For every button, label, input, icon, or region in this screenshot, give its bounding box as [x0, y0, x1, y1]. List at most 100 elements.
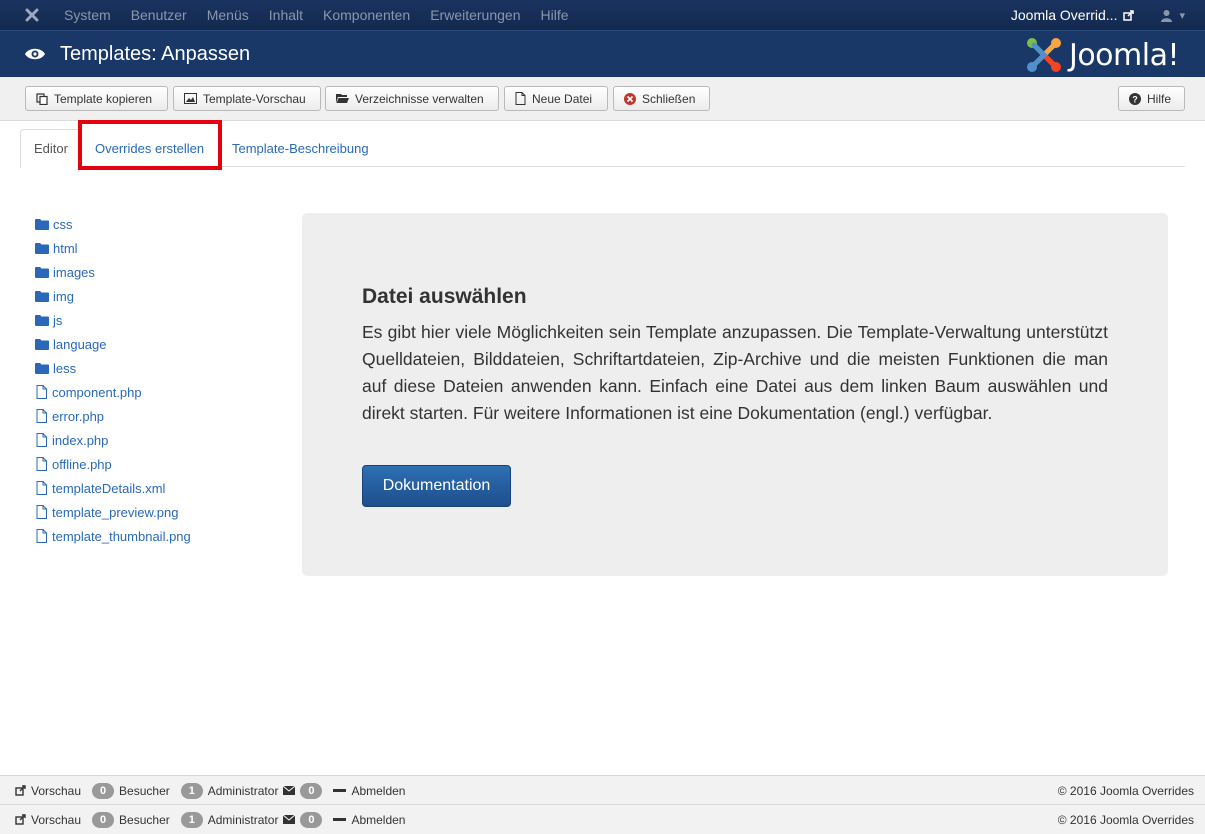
joomla-logo-icon [1026, 38, 1061, 72]
select-file-panel: Datei auswählen Es gibt hier viele Mögli… [302, 213, 1168, 576]
tree-item-label: template_preview.png [52, 504, 179, 520]
tree-folder[interactable]: images [35, 260, 191, 284]
folder-icon [35, 362, 49, 374]
minus-icon [333, 818, 347, 821]
menu-users[interactable]: Benutzer [131, 7, 187, 23]
site-link[interactable]: Joomla Overrid... [1011, 7, 1135, 23]
visitors-label: Besucher [119, 812, 170, 827]
admins-badge: 1 [180, 782, 203, 799]
template-preview-button[interactable]: Template-Vorschau [173, 86, 321, 111]
preview-link[interactable]: Vorschau [31, 784, 81, 798]
folder-open-icon [336, 94, 349, 103]
tree-file[interactable]: templateDetails.xml [35, 476, 191, 500]
image-icon [184, 93, 197, 104]
documentation-button[interactable]: Dokumentation [362, 465, 511, 507]
panel-heading: Datei auswählen [362, 285, 527, 308]
menu-components[interactable]: Komponenten [323, 7, 410, 23]
toolbar: Template kopieren Template-Vorschau Verz… [0, 77, 1205, 121]
file-tree: css html images img js language less component.… [35, 212, 191, 548]
tree-folder[interactable]: html [35, 236, 191, 260]
menu-system[interactable]: System [64, 7, 111, 23]
tree-folder[interactable]: less [35, 356, 191, 380]
user-menu[interactable]: ▾ [1160, 9, 1185, 22]
tree-item-label: template_thumbnail.png [52, 528, 191, 544]
tree-file[interactable]: template_preview.png [35, 500, 191, 524]
user-icon [1161, 9, 1173, 22]
tree-item-label: images [53, 264, 95, 280]
new-file-button[interactable]: Neue Datei [504, 86, 608, 111]
eye-icon [24, 47, 50, 61]
help-label: Hilfe [1147, 91, 1172, 106]
menu-menus[interactable]: Menüs [207, 7, 249, 23]
folder-icon [35, 338, 49, 350]
new-file-label: Neue Datei [532, 91, 593, 106]
copy-template-button[interactable]: Template kopieren [25, 86, 168, 111]
tree-folder[interactable]: language [35, 332, 191, 356]
manage-folders-button[interactable]: Verzeichnisse verwalten [325, 86, 499, 111]
file-icon [35, 505, 48, 519]
tree-item-label: less [53, 360, 77, 376]
help-button[interactable]: ? Hilfe [1118, 86, 1185, 111]
preview-link[interactable]: Vorschau [31, 813, 81, 827]
external-link-icon [15, 785, 26, 796]
tree-item-label: templateDetails.xml [52, 480, 166, 496]
joomla-menu-icon[interactable] [0, 0, 64, 30]
visitors-label: Besucher [119, 783, 170, 798]
tab-template-description[interactable]: Template-Beschreibung [219, 129, 382, 167]
tree-file[interactable]: template_thumbnail.png [35, 524, 191, 548]
file-icon [35, 409, 48, 423]
copy-template-label: Template kopieren [54, 91, 153, 106]
file-icon [515, 92, 526, 105]
logout-link[interactable]: Abmelden [351, 784, 405, 798]
menu-content[interactable]: Inhalt [269, 7, 303, 23]
admins-label: Administrator [207, 812, 279, 827]
manage-folders-label: Verzeichnisse verwalten [355, 91, 484, 106]
tree-file[interactable]: index.php [35, 428, 191, 452]
main-menu: System Benutzer Menüs Inhalt Komponenten… [64, 7, 589, 23]
tree-folder[interactable]: css [35, 212, 191, 236]
minus-icon [333, 789, 347, 792]
folder-icon [35, 290, 49, 302]
copyright: © 2016 Joomla Overrides [1057, 783, 1194, 798]
tree-item-label: error.php [52, 408, 105, 424]
tab-editor[interactable]: Editor [20, 129, 82, 168]
folder-icon [35, 266, 49, 278]
tree-folder[interactable]: js [35, 308, 191, 332]
caret-down-icon: ▾ [1179, 9, 1185, 22]
tree-folder[interactable]: img [35, 284, 191, 308]
tree-item-label: component.php [52, 384, 142, 400]
logout-link[interactable]: Abmelden [351, 813, 405, 827]
folder-icon [35, 242, 49, 254]
template-preview-label: Template-Vorschau [203, 91, 306, 106]
envelope-icon [283, 815, 296, 824]
tree-file[interactable]: offline.php [35, 452, 191, 476]
site-name: Joomla Overrid... [1010, 7, 1118, 23]
file-icon [35, 481, 48, 495]
tree-item-label: js [53, 312, 63, 328]
envelope-icon [283, 786, 296, 795]
joomla-wordmark: Joomla! [1068, 37, 1180, 73]
close-button[interactable]: Schließen [613, 86, 710, 111]
messages-badge[interactable]: 0 [300, 782, 323, 799]
messages-badge[interactable]: 0 [300, 811, 323, 828]
file-icon [35, 529, 48, 543]
tree-item-label: html [53, 240, 78, 256]
tree-file[interactable]: error.php [35, 404, 191, 428]
menu-extensions[interactable]: Erweiterungen [430, 7, 520, 23]
panel-description: Es gibt hier viele Möglichkeiten sein Te… [362, 322, 1108, 423]
external-link-icon [1123, 9, 1135, 21]
page-header: Templates: Anpassen Joomla! [0, 30, 1205, 77]
copy-icon [36, 92, 48, 105]
tree-item-label: offline.php [52, 456, 112, 472]
tree-file[interactable]: component.php [35, 380, 191, 404]
cancel-circle-icon [624, 92, 636, 105]
file-icon [35, 433, 48, 447]
folder-icon [35, 314, 49, 326]
menu-help[interactable]: Hilfe [540, 7, 568, 23]
tree-item-label: img [53, 288, 74, 304]
svg-text:?: ? [1132, 94, 1138, 104]
tab-create-overrides[interactable]: Overrides erstellen [82, 129, 217, 167]
external-link-icon [15, 814, 26, 825]
page-title: Templates: Anpassen [60, 42, 251, 65]
file-icon [35, 385, 48, 399]
